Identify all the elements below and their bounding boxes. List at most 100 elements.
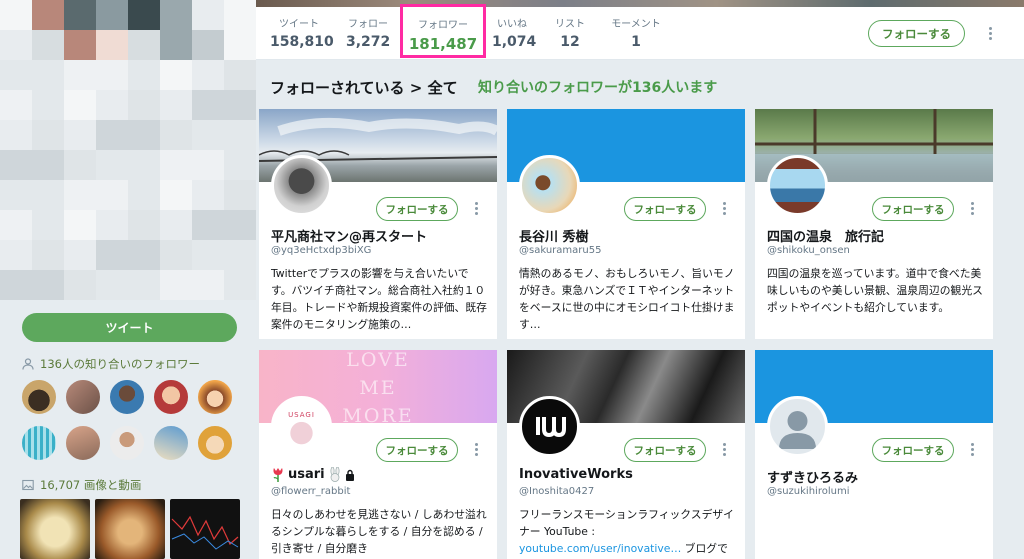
mosaic-tile	[192, 0, 224, 30]
mosaic-tile	[192, 60, 224, 90]
avatar-text: USAGI	[288, 411, 315, 419]
follow-button[interactable]: フォローする	[868, 20, 965, 47]
mosaic-tile	[0, 0, 32, 30]
follower-avatar[interactable]	[20, 378, 58, 416]
user-avatar[interactable]	[519, 396, 580, 457]
follow-button[interactable]: フォローする	[872, 197, 954, 221]
stat-likes[interactable]: いいね 1,074	[492, 15, 536, 50]
user-avatar[interactable]	[271, 155, 332, 216]
user-card[interactable]: フォローする 平凡商社マン@再スタート @yq3eHctxdp3biXG Twi…	[259, 109, 497, 339]
user-name-row[interactable]: usari	[271, 467, 355, 482]
follow-button[interactable]: フォローする	[872, 438, 954, 462]
more-vertical-icon[interactable]	[473, 443, 479, 457]
user-handle[interactable]: @sakuramaru55	[519, 245, 601, 256]
user-name[interactable]: 長谷川 秀樹	[519, 226, 589, 245]
tweet-button[interactable]: ツイート	[22, 313, 237, 342]
follower-avatar[interactable]	[196, 424, 234, 462]
follower-avatar[interactable]	[108, 424, 146, 462]
user-name[interactable]: InovativeWorks	[519, 467, 633, 482]
user-avatar[interactable]	[519, 155, 580, 216]
more-vertical-icon[interactable]	[721, 202, 727, 216]
mosaic-tile	[160, 240, 192, 270]
follower-avatar[interactable]	[152, 378, 190, 416]
mosaic-tile	[192, 120, 224, 150]
follower-avatar[interactable]	[64, 378, 102, 416]
mosaic-tile	[32, 150, 64, 180]
media-thumbnail[interactable]	[170, 499, 240, 559]
profile-nav: ツイート 158,810 フォロー 3,272 フォロワー 181,487 いい…	[256, 0, 1024, 60]
known-followers-avatars	[20, 378, 236, 464]
user-avatar[interactable]	[767, 155, 828, 216]
known-followers-heading[interactable]: 136人の知り合いのフォロワー	[22, 356, 200, 372]
stat-moments[interactable]: モーメント 1	[608, 15, 664, 50]
more-vertical-icon[interactable]	[982, 27, 998, 47]
user-bio: 四国の温泉を巡っています。道中で食べた美味しいものや美しい景観、温泉周辺の観光ス…	[767, 267, 983, 314]
follower-avatar[interactable]	[108, 378, 146, 416]
mosaic-tile	[96, 30, 128, 60]
mosaic-tile	[224, 240, 256, 270]
follow-button[interactable]: フォローする	[376, 197, 458, 221]
user-name[interactable]: すずきひろるみ	[767, 467, 858, 486]
mosaic-tile	[224, 150, 256, 180]
follower-avatar[interactable]	[20, 424, 58, 462]
mosaic-tile	[224, 120, 256, 150]
user-handle[interactable]: @suzukihirolumi	[767, 486, 849, 497]
media-label: 16,707 画像と動画	[40, 478, 142, 492]
mosaic-tile	[32, 240, 64, 270]
more-vertical-icon[interactable]	[721, 443, 727, 457]
mosaic-tile	[224, 270, 256, 300]
mosaic-tile	[96, 150, 128, 180]
user-card[interactable]: フォローする InovativeWorks @Inoshita0427 フリーラ…	[507, 350, 745, 559]
stat-following[interactable]: フォロー 3,272	[346, 15, 390, 50]
more-vertical-icon[interactable]	[969, 443, 975, 457]
mosaic-tile	[192, 270, 224, 300]
user-handle[interactable]: @flowerr_rabbit	[271, 486, 350, 497]
mosaic-tile	[0, 120, 32, 150]
mosaic-tile	[224, 60, 256, 90]
stat-lists[interactable]: リスト 12	[552, 15, 588, 50]
follower-avatar[interactable]	[152, 424, 190, 462]
media-thumbnail[interactable]	[20, 499, 90, 559]
follower-avatar[interactable]	[196, 378, 234, 416]
mosaic-tile	[0, 210, 32, 240]
follow-button[interactable]: フォローする	[624, 438, 706, 462]
more-vertical-icon[interactable]	[473, 202, 479, 216]
chart-thumbnail-graphic	[171, 515, 239, 550]
user-handle[interactable]: @yq3eHctxdp3biXG	[271, 245, 371, 256]
mosaic-tile	[128, 30, 160, 60]
follow-button[interactable]: フォローする	[624, 197, 706, 221]
media-thumbnail[interactable]	[95, 499, 165, 559]
follower-avatar[interactable]	[64, 424, 102, 462]
stat-followers[interactable]: フォロワー 181,487	[400, 4, 486, 58]
mosaic-tile	[32, 90, 64, 120]
follow-button[interactable]: フォローする	[376, 438, 458, 462]
media-heading[interactable]: 16,707 画像と動画	[22, 477, 141, 493]
mosaic-tile	[0, 150, 32, 180]
mosaic-tile	[96, 90, 128, 120]
user-card[interactable]: フォローする 長谷川 秀樹 @sakuramaru55 情熱のあるモノ、おもしろ…	[507, 109, 745, 339]
stat-label: リスト	[555, 19, 585, 30]
stat-value: 3,272	[346, 34, 391, 50]
mosaic-tile	[192, 180, 224, 210]
more-vertical-icon[interactable]	[969, 202, 975, 216]
mosaic-tile	[192, 30, 224, 60]
known-followers-link[interactable]: 知り合いのフォロワーが136人います	[478, 77, 717, 97]
mosaic-tile	[160, 0, 192, 30]
user-card[interactable]: LOVE ME MORE USAGI フォローする usari @flowerr…	[259, 350, 497, 559]
user-name[interactable]: 四国の温泉 旅行記	[767, 226, 884, 245]
user-bio: フリーランスモーションラフィックスデザイナー YouTube : youtube.…	[519, 506, 735, 557]
bio-link[interactable]: youtube.com/user/inovative…	[519, 542, 681, 555]
mosaic-tile	[32, 30, 64, 60]
user-handle[interactable]: @Inoshita0427	[519, 486, 594, 497]
default-avatar[interactable]	[767, 396, 828, 457]
user-avatar[interactable]: USAGI	[271, 396, 332, 457]
user-handle[interactable]: @shikoku_onsen	[767, 245, 850, 256]
mosaic-tile	[224, 90, 256, 120]
mosaic-tile	[64, 150, 96, 180]
stat-label: ツイート	[279, 19, 319, 30]
people-icon	[22, 358, 34, 370]
stat-tweets[interactable]: ツイート 158,810	[270, 15, 334, 50]
user-name[interactable]: 平凡商社マン@再スタート	[271, 226, 427, 245]
user-card[interactable]: フォローする 四国の温泉 旅行記 @shikoku_onsen 四国の温泉を巡っ…	[755, 109, 993, 339]
user-card[interactable]: フォローする すずきひろるみ @suzukihirolumi	[755, 350, 993, 559]
